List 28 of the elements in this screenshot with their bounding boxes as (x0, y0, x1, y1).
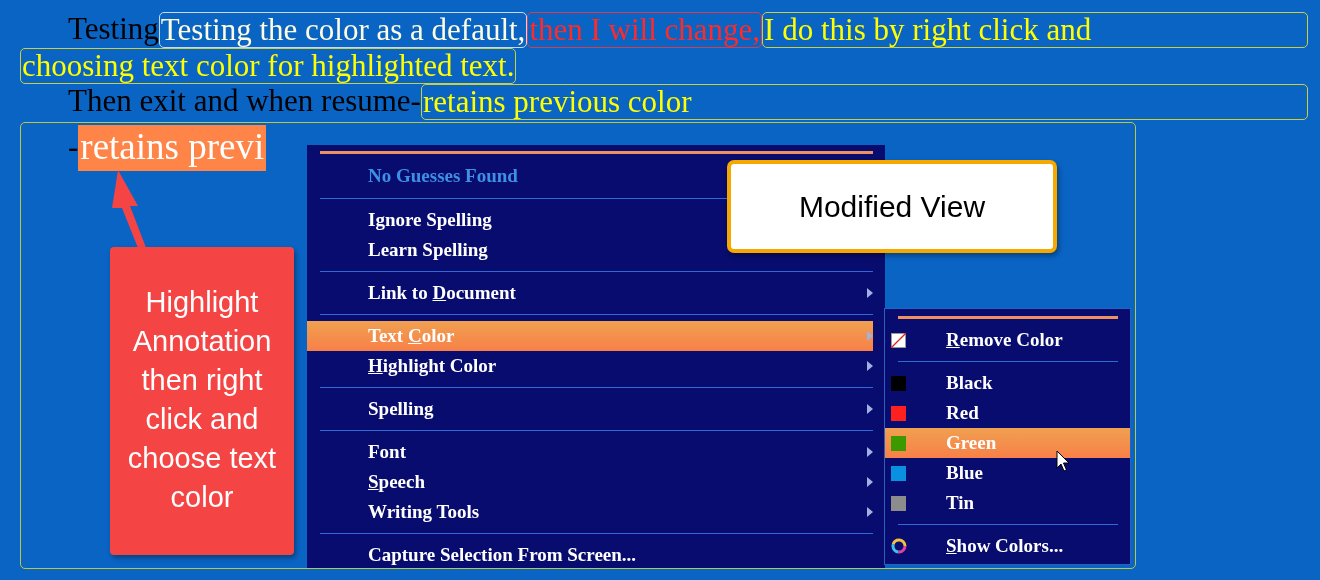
menu-item[interactable]: Highlight Color (307, 351, 873, 381)
highlighted-text: retains previ (78, 125, 267, 171)
annotated-text: I do this by right click and (762, 12, 1308, 48)
no-color-icon (891, 332, 906, 348)
menu-item[interactable]: Link to Document (307, 278, 873, 308)
color-menu-item[interactable]: Show Colors... (885, 531, 1118, 561)
color-menu-item[interactable]: Blue (885, 458, 1118, 488)
annotated-text: choosing text color for highlighted text. (20, 48, 517, 84)
menu-item[interactable]: Capture Selection From Screen... (307, 540, 873, 570)
document-text: - (68, 128, 79, 166)
document-text: Testing (68, 12, 159, 48)
menu-item[interactable]: Font (307, 437, 873, 467)
annotation-tooltip: Modified View (727, 160, 1057, 253)
color-wheel-icon (891, 538, 907, 554)
menu-item[interactable]: Spelling (307, 394, 873, 424)
document-text: Then exit and when resume- (68, 84, 421, 120)
callout-note: Highlight Annotation then right click and choose text color (110, 247, 294, 555)
annotated-text: then I will change, (527, 12, 763, 48)
color-menu-item[interactable]: Tin (885, 488, 1118, 518)
mouse-pointer-icon (1056, 450, 1072, 474)
menu-header: No Guesses Found (367, 164, 519, 188)
menu-item[interactable]: Speech (307, 467, 873, 497)
color-menu-item[interactable]: Black (885, 368, 1118, 398)
menu-item[interactable]: Writing Tools (307, 497, 873, 527)
annotated-text: Testing the color as a default, (158, 12, 528, 48)
annotated-text: retains previous color (420, 84, 1308, 120)
color-menu-item[interactable]: Remove Color (885, 325, 1118, 355)
color-menu-item[interactable]: Red (885, 398, 1118, 428)
